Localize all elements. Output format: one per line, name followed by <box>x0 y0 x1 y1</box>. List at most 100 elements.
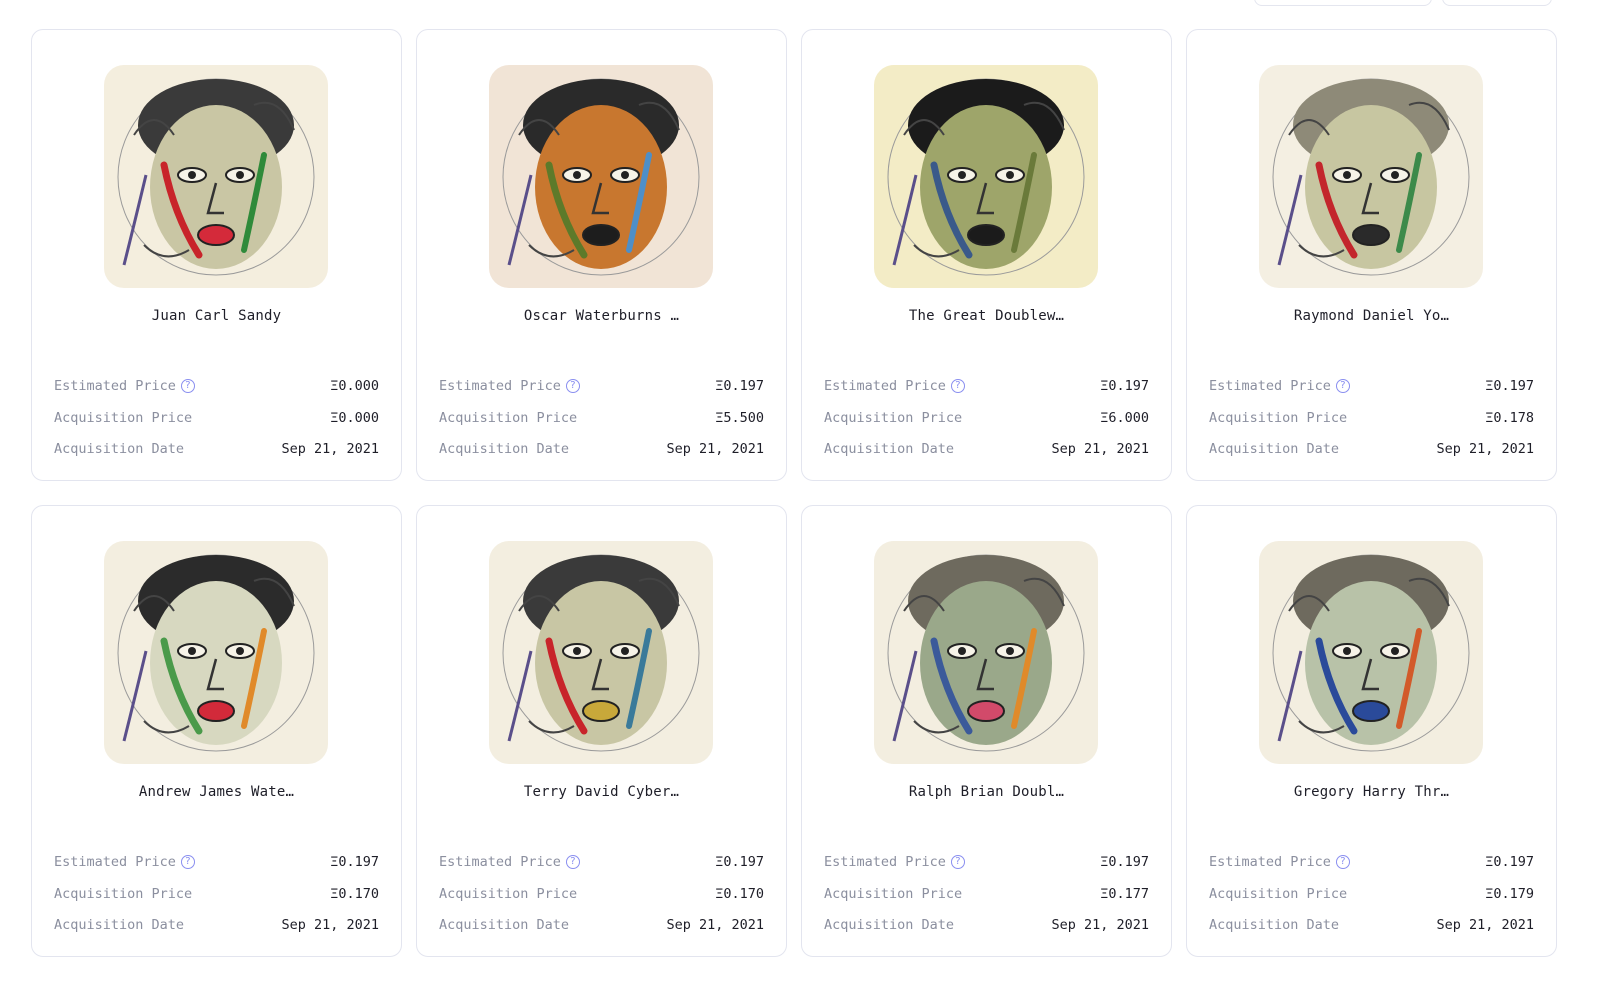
nft-name: Terry David Cyber… <box>523 784 680 800</box>
help-icon[interactable]: ? <box>950 855 965 869</box>
nft-card[interactable]: Oscar Waterburns … Estimated Price? Ξ0.1… <box>416 29 787 481</box>
estimated-price-value: Ξ0.197 <box>715 854 764 870</box>
help-icon[interactable]: ? <box>1335 379 1350 393</box>
acquisition-date-label: Acquisition Date <box>439 917 570 933</box>
acquisition-price-label: Acquisition Price <box>1209 410 1348 426</box>
acquisition-date-label: Acquisition Date <box>824 441 955 457</box>
estimated-price-label: Estimated Price? <box>439 854 580 870</box>
nft-name: Andrew James Wate… <box>138 784 295 800</box>
acquisition-date-row: Acquisition Date Sep 21, 2021 <box>439 917 764 933</box>
nft-card[interactable]: Raymond Daniel Yo… Estimated Price? Ξ0.1… <box>1186 29 1557 481</box>
estimated-price-row: Estimated Price? Ξ0.197 <box>439 378 764 394</box>
acquisition-date-value: Sep 21, 2021 <box>666 441 764 457</box>
nft-card[interactable]: The Great Doublew… Estimated Price? Ξ0.1… <box>801 29 1172 481</box>
estimated-price-value: Ξ0.197 <box>1485 854 1534 870</box>
acquisition-date-value: Sep 21, 2021 <box>1051 441 1149 457</box>
nft-artwork-image <box>874 541 1098 764</box>
nft-name: Raymond Daniel Yo… <box>1293 308 1450 324</box>
nft-artwork-image <box>874 65 1098 288</box>
estimated-price-row: Estimated Price? Ξ0.197 <box>1209 854 1534 870</box>
estimated-price-label: Estimated Price? <box>1209 378 1350 394</box>
acquisition-price-row: Acquisition Price Ξ0.177 <box>824 886 1149 902</box>
acquisition-price-label: Acquisition Price <box>1209 886 1348 902</box>
estimated-price-value: Ξ0.197 <box>1100 378 1149 394</box>
nft-card[interactable]: Ralph Brian Doubl… Estimated Price? Ξ0.1… <box>801 505 1172 957</box>
estimated-price-label: Estimated Price? <box>824 854 965 870</box>
acquisition-date-label: Acquisition Date <box>824 917 955 933</box>
estimated-price-row: Estimated Price? Ξ0.000 <box>54 378 379 394</box>
nft-artwork-image <box>104 65 328 288</box>
nft-card[interactable]: Andrew James Wate… Estimated Price? Ξ0.1… <box>31 505 402 957</box>
top-controls <box>0 0 1600 6</box>
nft-name: The Great Doublew… <box>908 308 1065 324</box>
estimated-price-row: Estimated Price? Ξ0.197 <box>54 854 379 870</box>
acquisition-date-row: Acquisition Date Sep 21, 2021 <box>824 441 1149 457</box>
estimated-price-label: Estimated Price? <box>54 854 195 870</box>
acquisition-price-row: Acquisition Price Ξ6.000 <box>824 410 1149 426</box>
acquisition-price-value: Ξ0.177 <box>1100 886 1149 902</box>
acquisition-date-row: Acquisition Date Sep 21, 2021 <box>1209 441 1534 457</box>
nft-name: Gregory Harry Thr… <box>1293 784 1450 800</box>
nft-card[interactable]: Terry David Cyber… Estimated Price? Ξ0.1… <box>416 505 787 957</box>
acquisition-price-label: Acquisition Price <box>824 410 963 426</box>
acquisition-date-row: Acquisition Date Sep 21, 2021 <box>1209 917 1534 933</box>
nft-artwork-image <box>1259 541 1483 764</box>
acquisition-price-value: Ξ0.170 <box>715 886 764 902</box>
estimated-price-label: Estimated Price? <box>54 378 195 394</box>
acquisition-price-row: Acquisition Price Ξ0.178 <box>1209 410 1534 426</box>
view-toggle[interactable] <box>1442 0 1552 6</box>
estimated-price-row: Estimated Price? Ξ0.197 <box>824 378 1149 394</box>
acquisition-date-row: Acquisition Date Sep 21, 2021 <box>54 441 379 457</box>
nft-artwork-image <box>1259 65 1483 288</box>
nft-artwork-image <box>489 541 713 764</box>
help-icon[interactable]: ? <box>1335 855 1350 869</box>
nft-name: Ralph Brian Doubl… <box>908 784 1065 800</box>
acquisition-date-label: Acquisition Date <box>54 917 185 933</box>
nft-name: Oscar Waterburns … <box>523 308 680 324</box>
acquisition-date-row: Acquisition Date Sep 21, 2021 <box>824 917 1149 933</box>
estimated-price-value: Ξ0.197 <box>1100 854 1149 870</box>
help-icon[interactable]: ? <box>565 379 580 393</box>
sort-dropdown[interactable] <box>1254 0 1432 6</box>
acquisition-date-value: Sep 21, 2021 <box>666 917 764 933</box>
estimated-price-row: Estimated Price? Ξ0.197 <box>439 854 764 870</box>
acquisition-price-row: Acquisition Price Ξ0.179 <box>1209 886 1534 902</box>
acquisition-price-row: Acquisition Price Ξ0.170 <box>54 886 379 902</box>
acquisition-price-row: Acquisition Price Ξ0.170 <box>439 886 764 902</box>
estimated-price-label: Estimated Price? <box>439 378 580 394</box>
acquisition-price-row: Acquisition Price Ξ5.500 <box>439 410 764 426</box>
acquisition-price-value: Ξ0.178 <box>1485 410 1534 426</box>
acquisition-date-row: Acquisition Date Sep 21, 2021 <box>439 441 764 457</box>
estimated-price-row: Estimated Price? Ξ0.197 <box>1209 378 1534 394</box>
acquisition-date-label: Acquisition Date <box>439 441 570 457</box>
acquisition-price-value: Ξ0.170 <box>330 886 379 902</box>
estimated-price-value: Ξ0.197 <box>330 854 379 870</box>
nft-card[interactable]: Juan Carl Sandy Estimated Price? Ξ0.000 … <box>31 29 402 481</box>
nft-card[interactable]: Gregory Harry Thr… Estimated Price? Ξ0.1… <box>1186 505 1557 957</box>
acquisition-price-label: Acquisition Price <box>824 886 963 902</box>
nft-name: Juan Carl Sandy <box>151 308 282 324</box>
acquisition-date-value: Sep 21, 2021 <box>281 917 379 933</box>
acquisition-date-label: Acquisition Date <box>1209 917 1340 933</box>
estimated-price-row: Estimated Price? Ξ0.197 <box>824 854 1149 870</box>
estimated-price-label: Estimated Price? <box>824 378 965 394</box>
acquisition-price-label: Acquisition Price <box>439 410 578 426</box>
estimated-price-value: Ξ0.197 <box>715 378 764 394</box>
nft-grid: Juan Carl Sandy Estimated Price? Ξ0.000 … <box>31 29 1557 957</box>
acquisition-price-value: Ξ0.000 <box>330 410 379 426</box>
acquisition-price-label: Acquisition Price <box>439 886 578 902</box>
help-icon[interactable]: ? <box>565 855 580 869</box>
acquisition-date-label: Acquisition Date <box>1209 441 1340 457</box>
help-icon[interactable]: ? <box>950 379 965 393</box>
estimated-price-value: Ξ0.000 <box>330 378 379 394</box>
help-icon[interactable]: ? <box>180 855 195 869</box>
acquisition-price-value: Ξ0.179 <box>1485 886 1534 902</box>
acquisition-price-value: Ξ6.000 <box>1100 410 1149 426</box>
acquisition-price-label: Acquisition Price <box>54 410 193 426</box>
acquisition-date-value: Sep 21, 2021 <box>1436 441 1534 457</box>
help-icon[interactable]: ? <box>180 379 195 393</box>
acquisition-price-value: Ξ5.500 <box>715 410 764 426</box>
estimated-price-value: Ξ0.197 <box>1485 378 1534 394</box>
acquisition-price-label: Acquisition Price <box>54 886 193 902</box>
acquisition-date-value: Sep 21, 2021 <box>1051 917 1149 933</box>
